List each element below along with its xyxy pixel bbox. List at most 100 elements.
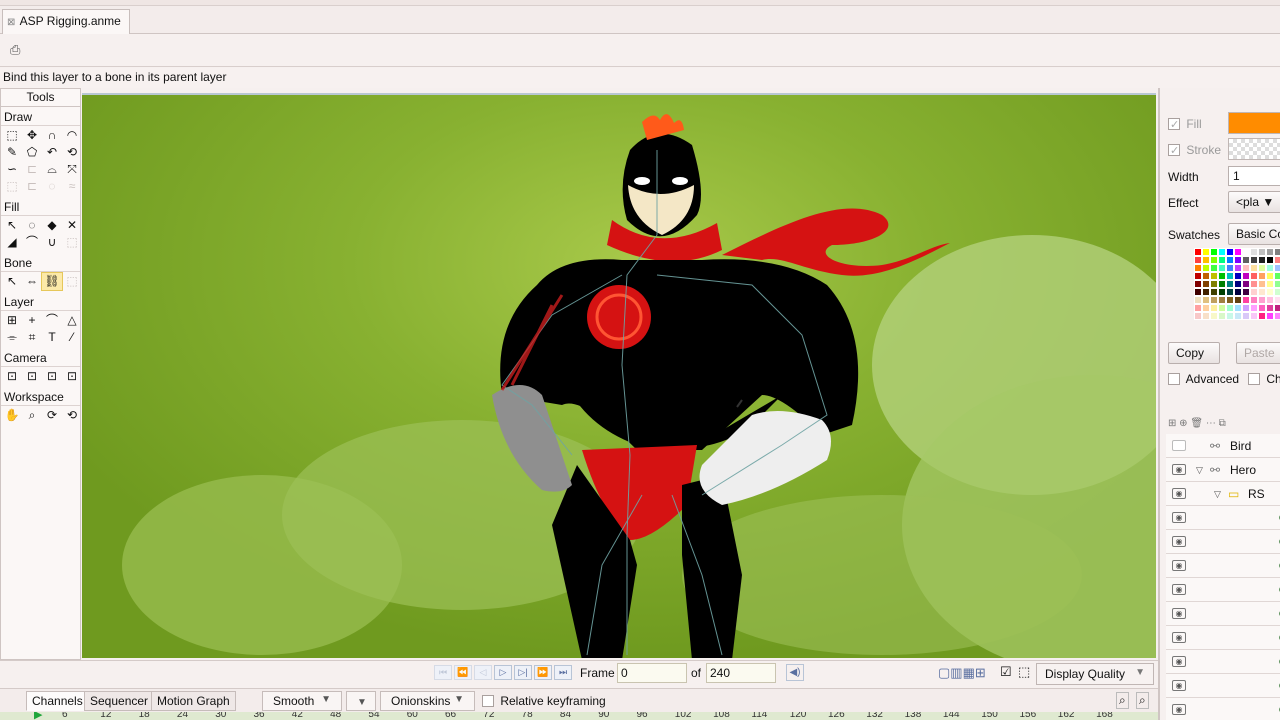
visibility-icon[interactable]: ◉	[1172, 704, 1186, 715]
hide-edge-icon[interactable]: ⌒	[22, 234, 42, 251]
color-swatch[interactable]	[1218, 264, 1226, 272]
scale-points-icon[interactable]: ∽	[2, 161, 22, 178]
total-frames-field[interactable]: 240	[706, 663, 776, 683]
layer-row[interactable]: ◉↺F.Sc	[1166, 626, 1280, 650]
color-swatch[interactable]	[1218, 272, 1226, 280]
color-swatch[interactable]	[1210, 296, 1218, 304]
color-swatch[interactable]	[1250, 304, 1258, 312]
color-swatch[interactable]	[1274, 280, 1280, 288]
color-swatch[interactable]	[1250, 312, 1258, 320]
check-icon[interactable]: ☑	[1000, 664, 1012, 680]
rotate-layer-icon[interactable]: ⌒	[42, 312, 62, 329]
perspective-icon[interactable]: ⤧	[62, 161, 82, 178]
transform-bone-icon[interactable]: ⇔	[22, 273, 42, 290]
select-points-icon[interactable]: ⬚	[2, 127, 22, 144]
effect-dropdown[interactable]: <pla ▼	[1228, 191, 1280, 213]
color-swatch[interactable]	[1250, 264, 1258, 272]
color-swatch[interactable]	[1226, 288, 1234, 296]
color-swatch[interactable]	[1218, 256, 1226, 264]
color-swatch[interactable]	[1194, 280, 1202, 288]
color-swatch[interactable]	[1210, 248, 1218, 256]
orbit-workspace-icon[interactable]: ⟲	[62, 407, 82, 424]
color-swatch[interactable]	[1258, 304, 1266, 312]
close-tab-icon[interactable]: ⊠	[7, 17, 17, 28]
paint-bucket-icon[interactable]: ◆	[42, 217, 62, 234]
play-icon[interactable]: ▷	[494, 665, 512, 680]
color-swatch[interactable]	[1266, 304, 1274, 312]
tab-channels[interactable]: Channels	[26, 691, 89, 711]
noise-icon[interactable]: ⬚	[2, 178, 22, 195]
color-swatch[interactable]	[1258, 288, 1266, 296]
zoom-out-icon[interactable]: ⌕	[1116, 692, 1129, 709]
layer-row[interactable]: ◉↺Face	[1166, 506, 1280, 530]
bind-layer-icon[interactable]: ⛓	[41, 272, 63, 291]
roll-camera-icon[interactable]: ⊡	[42, 368, 62, 385]
insert-text-icon[interactable]: △	[62, 312, 82, 329]
bone-physics-icon[interactable]: ⬚	[62, 273, 82, 290]
curve-profile-icon[interactable]: ⬚	[62, 234, 82, 251]
color-swatch[interactable]	[1266, 280, 1274, 288]
sound-icon[interactable]: ◀)	[786, 664, 804, 681]
tab-motion-graph[interactable]: Motion Graph	[151, 691, 236, 711]
color-swatch[interactable]	[1194, 248, 1202, 256]
color-swatch[interactable]	[1250, 256, 1258, 264]
color-swatch[interactable]	[1226, 296, 1234, 304]
color-swatch[interactable]	[1258, 256, 1266, 264]
rotate-points-icon[interactable]: ⟲	[62, 144, 82, 161]
color-swatch[interactable]	[1258, 312, 1266, 320]
color-swatch[interactable]	[1266, 296, 1274, 304]
color-swatch[interactable]	[1202, 304, 1210, 312]
layer-row[interactable]: ◉↺Eyes	[1166, 554, 1280, 578]
color-swatch[interactable]	[1234, 304, 1242, 312]
color-swatch[interactable]	[1202, 296, 1210, 304]
color-swatch[interactable]	[1210, 304, 1218, 312]
color-swatch[interactable]	[1226, 256, 1234, 264]
frame-view-icon[interactable]: ⬚	[1018, 664, 1030, 680]
color-swatch[interactable]	[1242, 312, 1250, 320]
delete-shape-icon[interactable]: ✕	[62, 217, 82, 234]
bend-icon[interactable]: ⌓	[42, 161, 62, 178]
freehand-icon[interactable]: ✎	[2, 144, 22, 161]
layer-settings-icon[interactable]: ⋯	[1206, 418, 1216, 429]
color-swatch[interactable]	[1194, 264, 1202, 272]
color-swatch[interactable]	[1202, 248, 1210, 256]
curvature-icon[interactable]: ◠	[62, 127, 82, 144]
layer-row[interactable]: ⚯ Bird	[1166, 434, 1280, 458]
visibility-icon[interactable]: ◉	[1172, 560, 1186, 571]
visibility-icon[interactable]: ◉	[1172, 584, 1186, 595]
color-swatch[interactable]	[1242, 280, 1250, 288]
color-swatch[interactable]	[1234, 280, 1242, 288]
zoom-camera-icon[interactable]: ⊡	[22, 368, 42, 385]
color-swatch[interactable]	[1274, 256, 1280, 264]
visibility-icon[interactable]: ◉	[1172, 536, 1186, 547]
add-layer-icon[interactable]: ⊕	[1179, 418, 1187, 429]
color-swatch[interactable]	[1210, 272, 1218, 280]
color-swatch[interactable]	[1258, 296, 1266, 304]
fill-checkbox[interactable]	[1168, 118, 1180, 130]
color-swatch[interactable]	[1226, 248, 1234, 256]
onionskins-dropdown[interactable]: Onionskins ▼	[380, 691, 475, 711]
frame-field[interactable]: 0	[617, 663, 687, 683]
timeline-ruler[interactable]: ▶ 6 12 18 24 30 36 42 48 54 60 66 72 78 84 90 96 102 108 1…	[0, 712, 1158, 720]
color-swatch[interactable]	[1242, 304, 1250, 312]
color-swatch[interactable]	[1210, 288, 1218, 296]
view-layout-icons[interactable]: ▢▥▦⊞	[938, 665, 986, 681]
stroke-color-swatch[interactable]	[1228, 138, 1280, 160]
rotate-workspace-icon[interactable]: ⟳	[42, 407, 62, 424]
interpolation-options-dropdown[interactable]: ▼	[346, 691, 376, 711]
translate-points-icon[interactable]: ✥	[22, 127, 42, 144]
color-swatch[interactable]	[1218, 296, 1226, 304]
delete-layer-icon[interactable]: 🗑	[1190, 418, 1203, 429]
color-swatch[interactable]	[1226, 304, 1234, 312]
next-frame-icon[interactable]: ▷|	[514, 665, 532, 680]
color-swatch[interactable]	[1226, 272, 1234, 280]
display-quality-dropdown[interactable]: Display Quality ▼	[1036, 663, 1154, 685]
color-swatch[interactable]	[1250, 272, 1258, 280]
select-bone-icon[interactable]: ↖	[2, 273, 22, 290]
interpolation-dropdown[interactable]: Smooth ▼	[262, 691, 342, 711]
layer-row[interactable]: ◉ ▽ ⚯ Hero	[1166, 458, 1280, 482]
new-layer-icon[interactable]: ⊞	[1168, 418, 1176, 429]
set-origin-icon[interactable]: +	[22, 312, 42, 329]
color-swatch[interactable]	[1210, 280, 1218, 288]
color-swatch[interactable]	[1274, 312, 1280, 320]
